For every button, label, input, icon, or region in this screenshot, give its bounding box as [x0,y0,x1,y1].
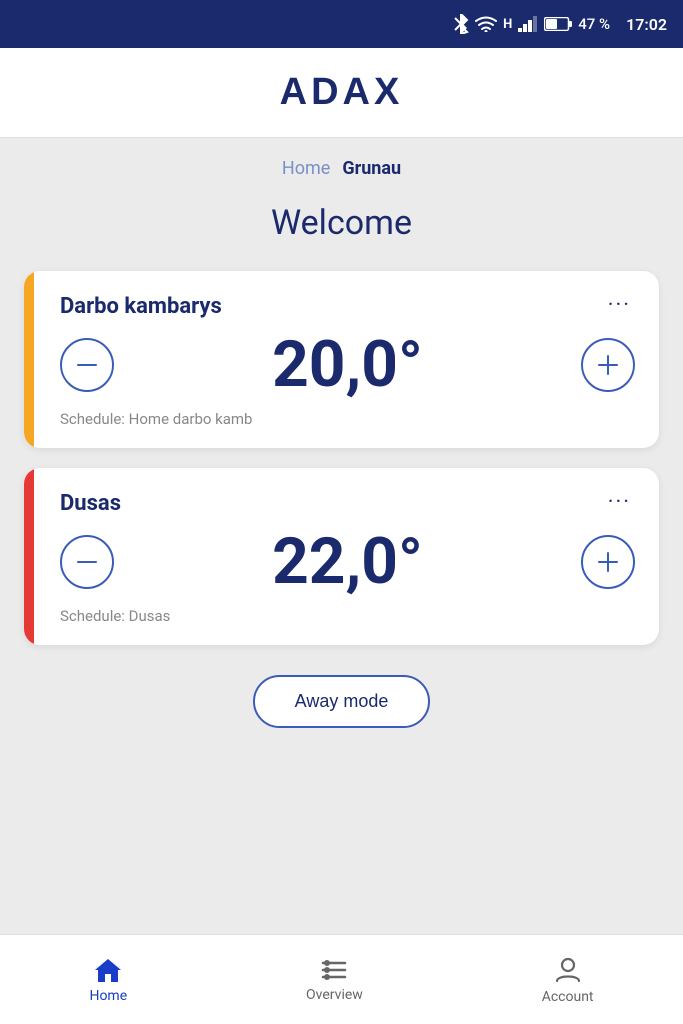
signal-bars-icon [518,16,538,32]
wifi-icon [475,16,497,32]
home-icon [93,956,123,984]
card-inner-darbo: Darbo kambarys ··· 20,0° Schedule: Home … [60,291,635,428]
nav-item-home[interactable]: Home [65,948,151,1012]
more-options-dusas[interactable]: ··· [604,488,635,518]
room-card-dusas: Dusas ··· 22,0° Schedule: Dusas [24,468,659,645]
card-controls-darbo: 20,0° [60,333,635,397]
breadcrumb-home[interactable]: Home [282,158,330,179]
schedule-dusas: Schedule: Dusas [60,607,170,625]
card-inner-dusas: Dusas ··· 22,0° Schedule: Dusas [60,488,635,625]
temperature-darbo: 20,0° [272,333,423,397]
decrease-temp-darbo[interactable] [60,338,114,392]
more-options-darbo[interactable]: ··· [604,291,635,321]
card-controls-dusas: 22,0° [60,530,635,594]
nav-label-overview: Overview [306,987,363,1003]
decrease-temp-dusas[interactable] [60,535,114,589]
welcome-title: Welcome [271,203,412,243]
temperature-dusas: 22,0° [272,530,423,594]
card-accent-yellow [24,271,34,448]
away-mode-button[interactable]: Away mode [253,675,431,728]
room-name-darbo: Darbo kambarys [60,294,222,319]
room-name-dusas: Dusas [60,491,121,516]
app-header: ADAX [0,48,683,138]
nav-item-account[interactable]: Account [518,947,618,1013]
bottom-nav: Home Overview Account [0,934,683,1024]
increase-temp-darbo[interactable] [581,338,635,392]
nav-item-overview[interactable]: Overview [282,949,387,1011]
breadcrumb-current[interactable]: Grunau [342,158,401,179]
account-icon [553,955,583,985]
breadcrumb: Home Grunau [282,158,401,179]
card-header-darbo: Darbo kambarys ··· [60,291,635,321]
status-bar: H 47 % 17:02 [0,0,683,48]
signal-h-icon: H [503,17,512,32]
nav-label-home: Home [89,988,127,1004]
card-accent-red [24,468,34,645]
schedule-darbo: Schedule: Home darbo kamb [60,410,252,428]
nav-label-account: Account [542,989,594,1005]
battery-percent: 47 % [578,15,610,33]
app-logo: ADAX [280,71,404,114]
battery-icon [544,17,572,31]
status-icons: H 47 % [453,14,610,34]
card-header-dusas: Dusas ··· [60,488,635,518]
overview-icon [319,957,349,983]
status-time: 17:02 [626,15,667,34]
room-card-darbo: Darbo kambarys ··· 20,0° Schedule: Home … [24,271,659,448]
main-content: Home Grunau Welcome Darbo kambarys ··· 2… [0,138,683,934]
bluetooth-icon [453,14,469,34]
increase-temp-dusas[interactable] [581,535,635,589]
